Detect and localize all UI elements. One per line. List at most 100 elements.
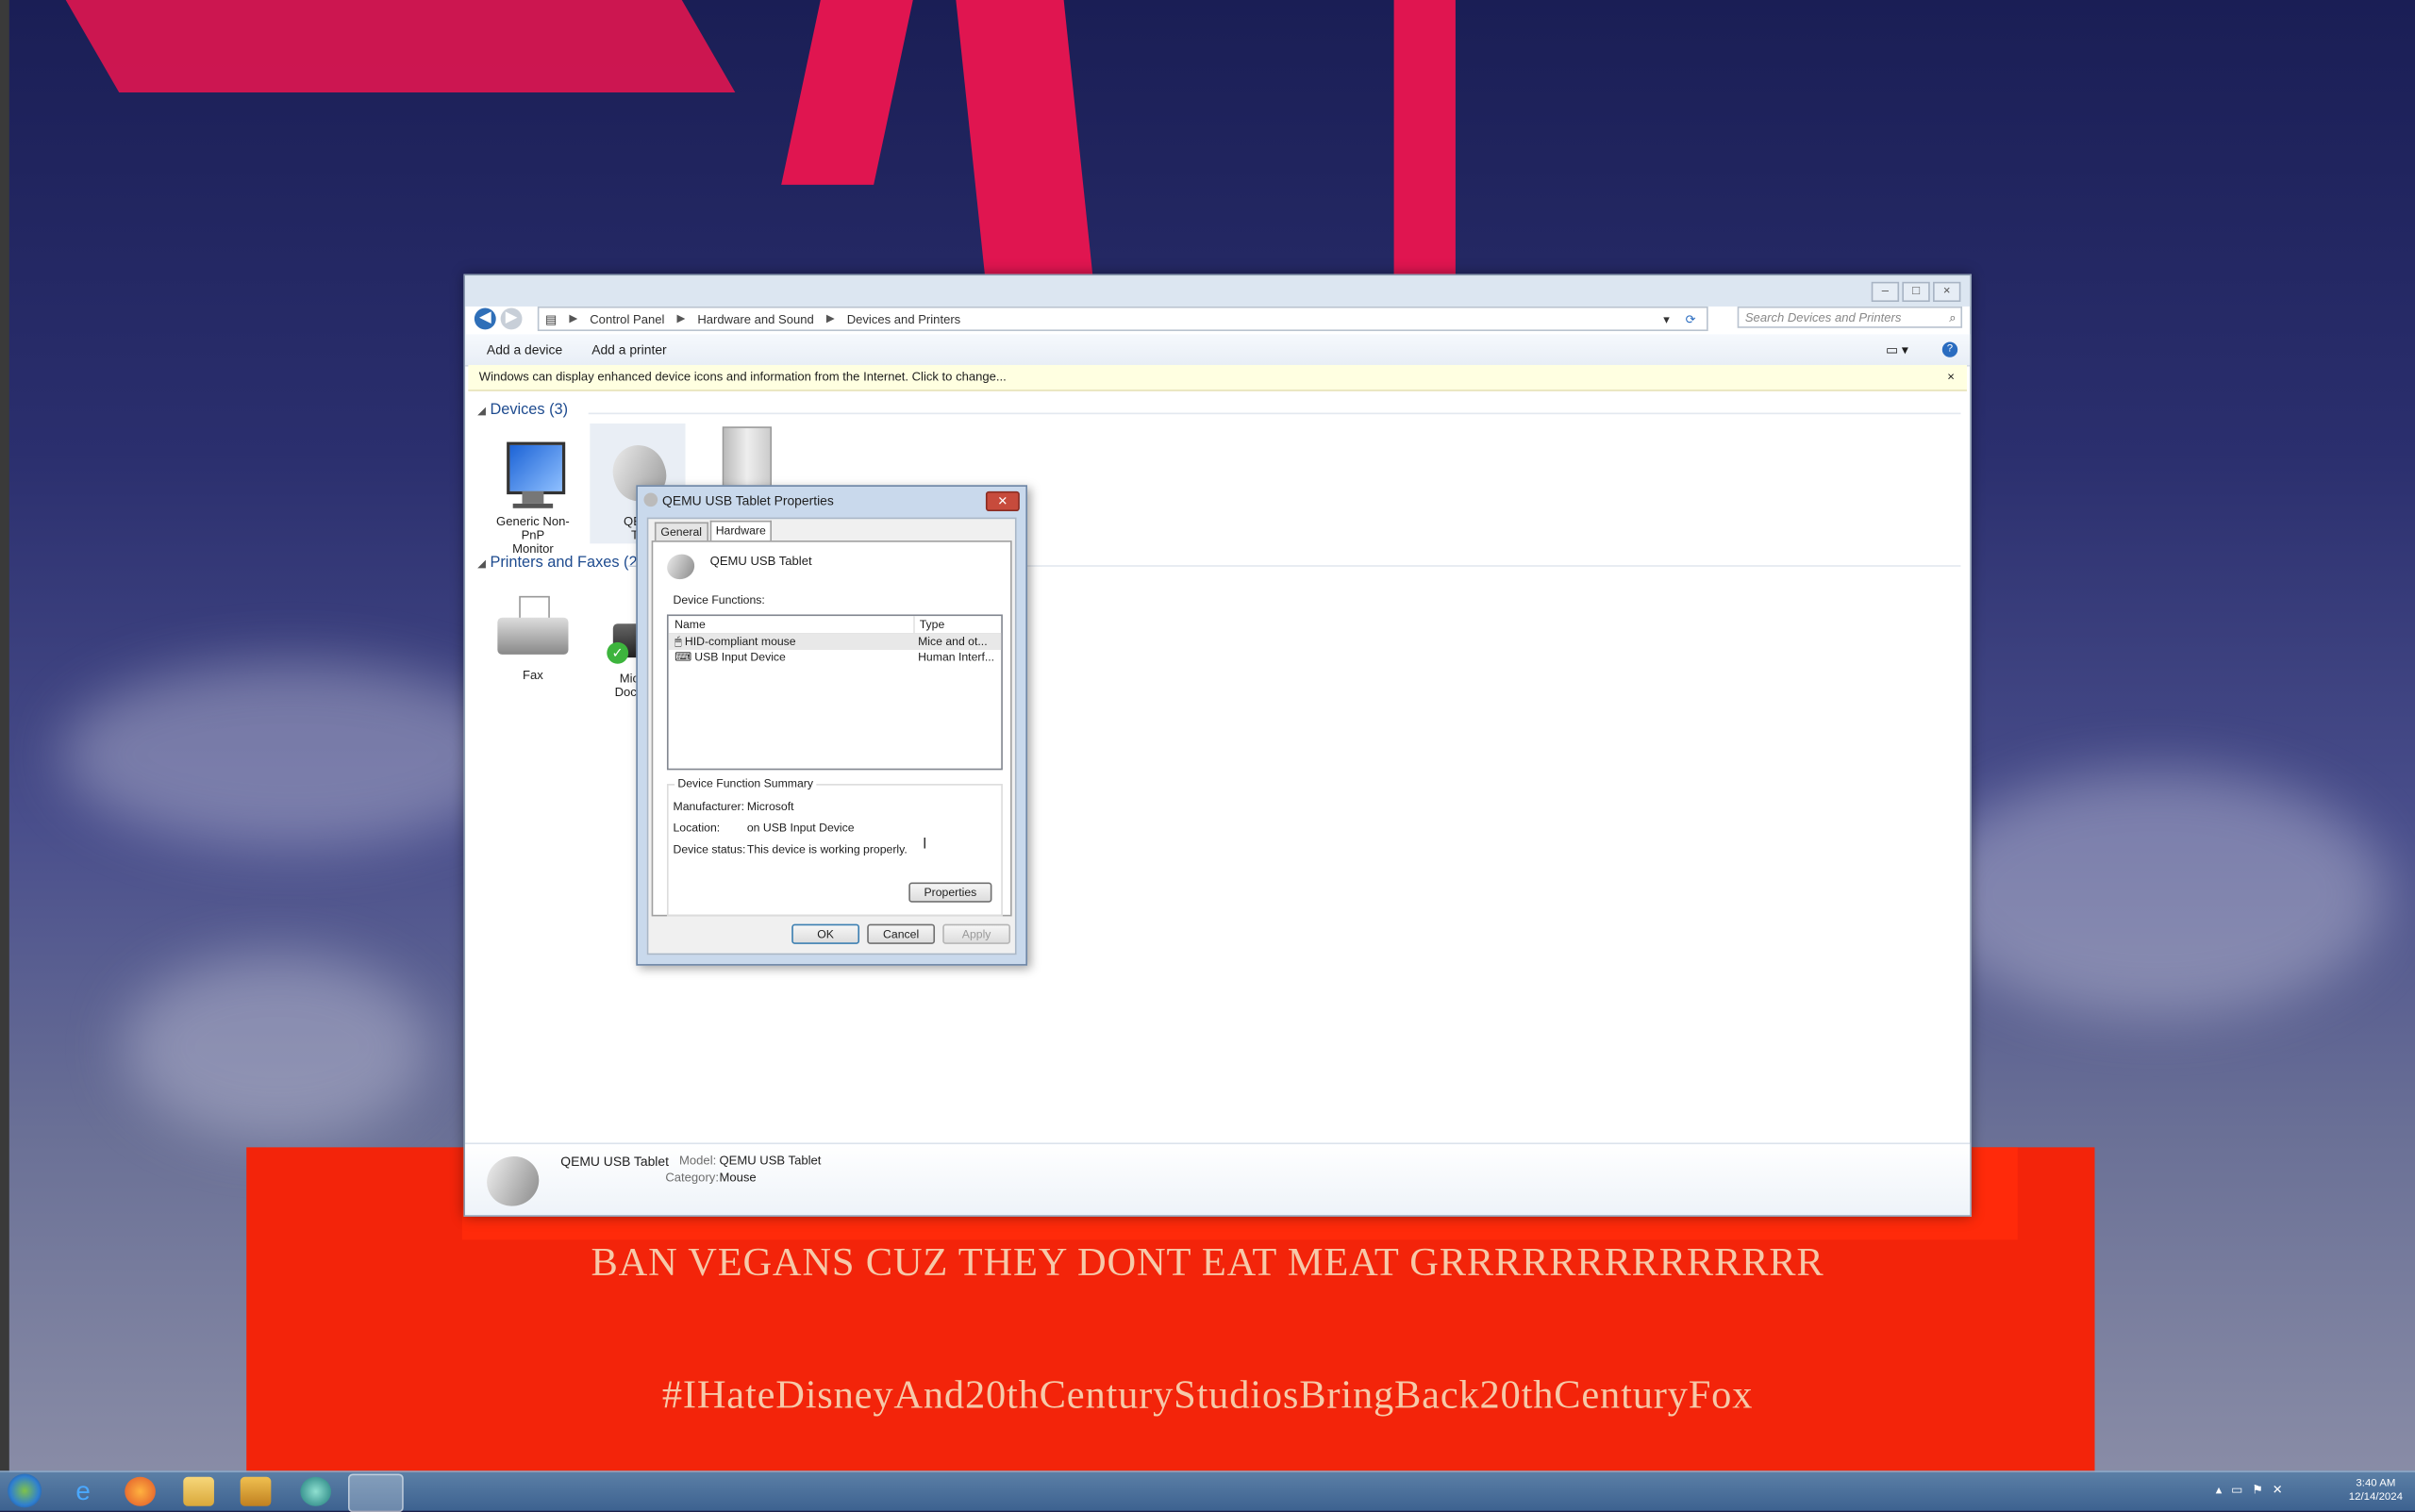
collapse-triangle-icon: ◢ xyxy=(477,558,486,571)
row-name: HID-compliant mouse xyxy=(684,634,796,649)
default-check-icon: ✓ xyxy=(607,641,629,664)
view-options-icon[interactable]: ▭ ▾ xyxy=(1886,341,1908,358)
properties-button[interactable]: Properties xyxy=(908,882,992,903)
wallpaper-cloud xyxy=(61,662,525,847)
tab-general[interactable]: General xyxy=(654,522,708,542)
column-header-name[interactable]: Name xyxy=(669,616,914,633)
status-value: This device is working properly. xyxy=(746,842,908,856)
wallpaper-slogan-1: BAN VEGANS CUZ THEY DONT EAT MEAT GRRRRR… xyxy=(591,1239,1824,1285)
details-model-value: QEMU USB Tablet xyxy=(719,1153,822,1168)
usb-device-icon: ⌨ xyxy=(675,649,691,664)
dialog-body: General Hardware QEMU USB Tablet Device … xyxy=(646,517,1017,955)
minimize-button[interactable]: – xyxy=(1871,281,1900,303)
printers-group-header[interactable]: ◢ Printers and Faxes (2) xyxy=(477,555,642,572)
chevron-right-icon: ▶ xyxy=(569,314,578,325)
row-type: Human Interf... xyxy=(918,649,995,664)
maximize-button[interactable]: □ xyxy=(1902,281,1930,303)
location-value: on USB Input Device xyxy=(746,821,855,835)
mouse-icon xyxy=(643,492,658,507)
add-device-button[interactable]: Add a device xyxy=(487,341,562,357)
wallpaper-beam xyxy=(65,0,736,92)
wallpaper-slogan-2: #IHateDisneyAnd20thCenturyStudiosBringBa… xyxy=(661,1371,1754,1418)
refresh-icon[interactable]: ⟳ xyxy=(1686,312,1696,326)
media-player-icon[interactable] xyxy=(240,1476,272,1506)
devices-group-header[interactable]: ◢ Devices (3) xyxy=(477,402,568,419)
info-bar[interactable]: Windows can display enhanced device icon… xyxy=(468,364,1967,391)
device-label: Generic Non-PnP xyxy=(496,514,570,542)
printers-group-label: Printers and Faxes (2) xyxy=(490,554,643,572)
internet-explorer-icon[interactable]: e xyxy=(68,1477,99,1506)
wallpaper-cloud xyxy=(1924,770,2388,1017)
summary-legend: Device Function Summary xyxy=(675,775,817,790)
window-titlebar[interactable]: – □ × xyxy=(465,275,1971,307)
device-function-summary: Device Function Summary Manufacturer: Mi… xyxy=(666,775,1003,917)
search-input[interactable]: Search Devices and Printers ⌕ xyxy=(1737,306,1963,330)
location-label: Location: xyxy=(673,821,721,835)
wallpaper-beam xyxy=(956,0,1093,274)
device-functions-label: Device Functions: xyxy=(673,592,765,607)
details-category-value: Mouse xyxy=(719,1170,757,1185)
close-button[interactable]: × xyxy=(1933,281,1961,303)
add-printer-button[interactable]: Add a printer xyxy=(591,341,666,357)
row-name: USB Input Device xyxy=(694,649,786,664)
firefox-icon[interactable] xyxy=(125,1476,156,1506)
fax-icon xyxy=(494,595,572,664)
close-icon[interactable]: × xyxy=(1947,365,1955,390)
printer-fax[interactable]: Fax xyxy=(485,595,580,683)
status-label: Device status: xyxy=(673,842,746,856)
table-row[interactable]: 🖱 HID-compliant mouse Mice and ot... xyxy=(668,634,1002,650)
clock-date: 12/14/2024 xyxy=(2348,1492,2404,1504)
device-functions-list[interactable]: Name Type 🖱 HID-compliant mouse Mice and… xyxy=(666,614,1003,771)
tab-hardware[interactable]: Hardware xyxy=(709,520,773,541)
taskbar: e ▴▭⚑✕ 3:40 AM 12/14/2024 xyxy=(0,1470,2415,1512)
details-device-name: QEMU USB Tablet xyxy=(560,1153,669,1170)
manufacturer-value: Microsoft xyxy=(746,799,794,814)
ok-button[interactable]: OK xyxy=(791,923,860,944)
dialog-title: QEMU USB Tablet Properties xyxy=(662,492,834,508)
tray-icons[interactable]: ▴▭⚑✕ xyxy=(2216,1483,2292,1497)
info-bar-text: Windows can display enhanced device icon… xyxy=(478,369,1007,384)
back-arrow-icon[interactable]: ◀ xyxy=(474,307,496,329)
command-bar: Add a device Add a printer ▭ ▾ ? xyxy=(465,334,1971,367)
apply-button[interactable]: Apply xyxy=(942,923,1011,944)
forward-arrow-icon[interactable]: ▶ xyxy=(500,307,523,329)
search-placeholder: Search Devices and Printers xyxy=(1744,310,1902,325)
device-monitor[interactable]: Generic Non-PnP Monitor xyxy=(485,439,580,556)
dialog-titlebar[interactable]: QEMU USB Tablet Properties ✕ xyxy=(638,487,1025,514)
monitor-icon xyxy=(501,439,566,509)
address-bar[interactable]: ▤ ▶ Control Panel ▶ Hardware and Sound ▶… xyxy=(537,306,1708,332)
mouse-icon xyxy=(663,550,698,584)
row-type: Mice and ot... xyxy=(918,634,988,649)
device-properties-dialog: QEMU USB Tablet Properties ✕ General Har… xyxy=(636,485,1028,966)
chevron-right-icon: ▶ xyxy=(825,314,835,325)
control-panel-taskbar-button[interactable] xyxy=(347,1473,404,1512)
details-category-label: Category: xyxy=(665,1170,719,1185)
hardware-tab-panel: QEMU USB Tablet Device Functions: Name T… xyxy=(651,540,1012,917)
wallpaper-cloud xyxy=(123,955,432,1140)
address-dropdown-icon[interactable]: ▾ xyxy=(1663,312,1670,326)
printer-label: Fax xyxy=(523,668,543,683)
details-pane: QEMU USB Tablet Model: QEMU USB Tablet C… xyxy=(465,1142,1971,1216)
search-icon[interactable]: ⌕ xyxy=(1949,308,1956,330)
app-icon[interactable] xyxy=(300,1476,332,1506)
details-model-label: Model: xyxy=(679,1153,717,1168)
column-header-type[interactable]: Type xyxy=(913,616,1001,634)
breadcrumb-hardware-and-sound[interactable]: Hardware and Sound xyxy=(697,312,813,326)
screen-edge xyxy=(0,0,9,1510)
start-button[interactable] xyxy=(8,1473,42,1508)
group-divider xyxy=(588,412,1961,415)
cancel-button[interactable]: Cancel xyxy=(867,923,936,944)
wallpaper-beam xyxy=(781,0,913,185)
mouse-icon xyxy=(479,1149,546,1214)
collapse-triangle-icon: ◢ xyxy=(477,407,486,418)
wallpaper-beam xyxy=(1393,0,1456,274)
file-explorer-icon[interactable] xyxy=(183,1476,214,1506)
close-button[interactable]: ✕ xyxy=(985,490,1020,512)
breadcrumb-control-panel[interactable]: Control Panel xyxy=(590,312,664,326)
clock[interactable]: 3:40 AM 12/14/2024 xyxy=(2349,1477,2403,1504)
help-icon[interactable]: ? xyxy=(1941,341,1958,357)
mouse-icon: 🖱 xyxy=(675,634,682,649)
breadcrumb-devices-and-printers[interactable]: Devices and Printers xyxy=(847,312,961,326)
table-row[interactable]: ⌨ USB Input Device Human Interf... xyxy=(669,650,1002,665)
text-cursor-icon: I xyxy=(922,836,927,854)
